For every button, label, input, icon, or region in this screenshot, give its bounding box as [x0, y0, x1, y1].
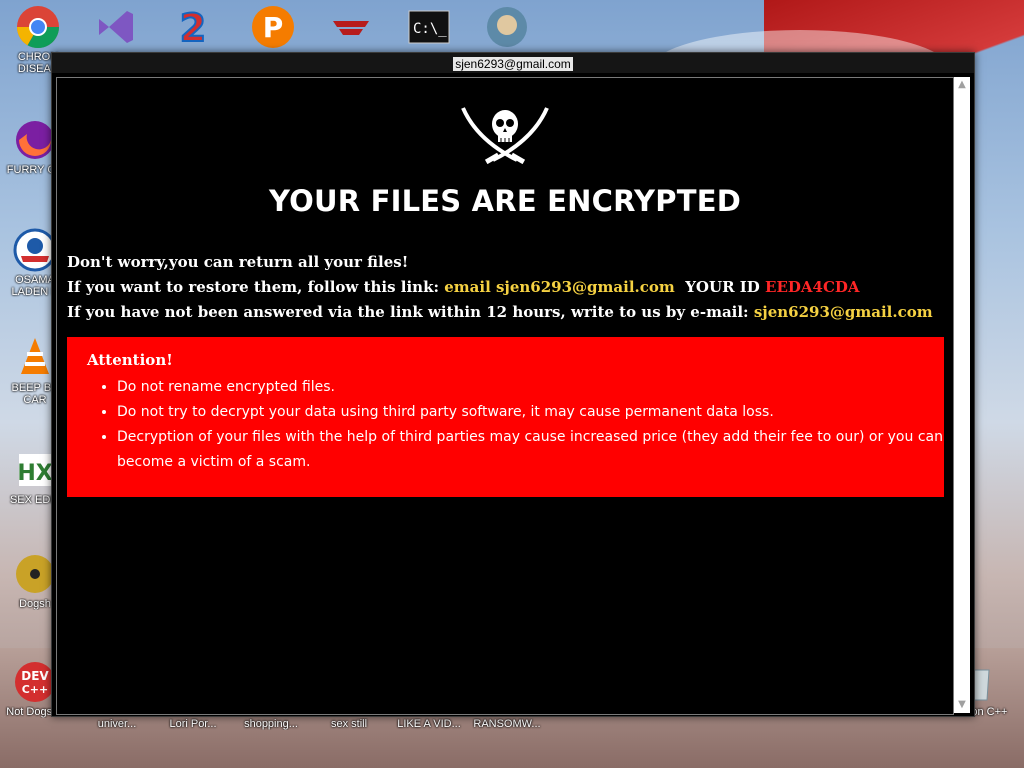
number-two-icon: 2: [171, 5, 215, 51]
desktop-icon-label-bottom[interactable]: RANSOMW...: [472, 716, 542, 730]
contact-email-link[interactable]: email sjen6293@gmail.com: [444, 278, 675, 296]
scroll-up-arrow-icon[interactable]: ▲: [954, 77, 970, 93]
svg-text:C++: C++: [22, 683, 49, 696]
window-title: sjen6293@gmail.com: [453, 57, 573, 71]
attention-item: Do not try to decrypt your data using th…: [117, 400, 944, 425]
line2-prefix: If you want to restore them, follow this…: [67, 278, 445, 296]
vertical-scrollbar[interactable]: ▲ ▼: [954, 77, 970, 713]
attention-title: Attention!: [87, 351, 173, 369]
desktop-icon-2[interactable]: 2: [158, 5, 228, 51]
svg-text:2: 2: [180, 6, 206, 49]
svg-text:HX: HX: [17, 461, 52, 486]
eagle-icon: [329, 5, 373, 49]
attention-box: Attention! Do not rename encrypted files…: [67, 337, 944, 497]
attention-item: Do not rename encrypted files.: [117, 375, 944, 400]
game-character-icon: [485, 5, 529, 49]
message-line-3: If you have not been answered via the li…: [67, 300, 947, 325]
window-title-bar[interactable]: sjen6293@gmail.com: [52, 53, 974, 73]
headline: YOUR FILES ARE ENCRYPTED: [269, 184, 741, 218]
desktop-icon-label-bottom[interactable]: LIKE A VID...: [394, 716, 464, 730]
svg-text:C:\_: C:\_: [413, 21, 447, 37]
message-line-1: Don't worry,you can return all your file…: [67, 253, 409, 271]
desktop-icon-p[interactable]: P: [238, 5, 308, 49]
visual-studio-icon: [93, 5, 137, 49]
desktop-icon-label-bottom[interactable]: shopping...: [236, 716, 306, 730]
command-prompt-icon: C:\_: [407, 5, 451, 49]
scroll-down-arrow-icon[interactable]: ▼: [954, 697, 970, 713]
desktop-icon-eagle[interactable]: [316, 5, 386, 49]
desktop-icon-label-bottom[interactable]: Lori Por...: [158, 716, 228, 730]
p-logo-icon: P: [251, 5, 295, 49]
desktop-icon-label-bottom[interactable]: univer...: [82, 716, 152, 730]
line3-prefix: If you have not been answered via the li…: [67, 303, 754, 321]
jolly-roger-icon: [457, 100, 553, 170]
desktop-icon-game[interactable]: [472, 5, 542, 49]
victim-id: EEDA4CDA: [765, 278, 860, 296]
message-line-2: If you want to restore them, follow this…: [67, 275, 947, 300]
svg-text:P: P: [263, 11, 284, 44]
ransom-note-window[interactable]: sjen6293@gmail.com YOUR FILES ARE ENCRYP…: [51, 52, 975, 717]
desktop-icon-label-bottom[interactable]: sex still: [314, 716, 384, 730]
desktop-icon-cmd[interactable]: C:\_: [394, 5, 464, 49]
desktop-icon-visual-studio[interactable]: [80, 5, 150, 49]
svg-text:DEV: DEV: [21, 669, 49, 683]
backup-email: sjen6293@gmail.com: [753, 303, 933, 321]
note-content: YOUR FILES ARE ENCRYPTED Don't worry,you…: [56, 77, 954, 715]
id-label: YOUR ID: [685, 278, 760, 296]
attention-list: Do not rename encrypted files. Do not tr…: [67, 375, 944, 475]
note-message: Don't worry,you can return all your file…: [67, 250, 947, 325]
attention-item: Decryption of your files with the help o…: [117, 425, 944, 475]
chrome-icon: [16, 5, 60, 49]
